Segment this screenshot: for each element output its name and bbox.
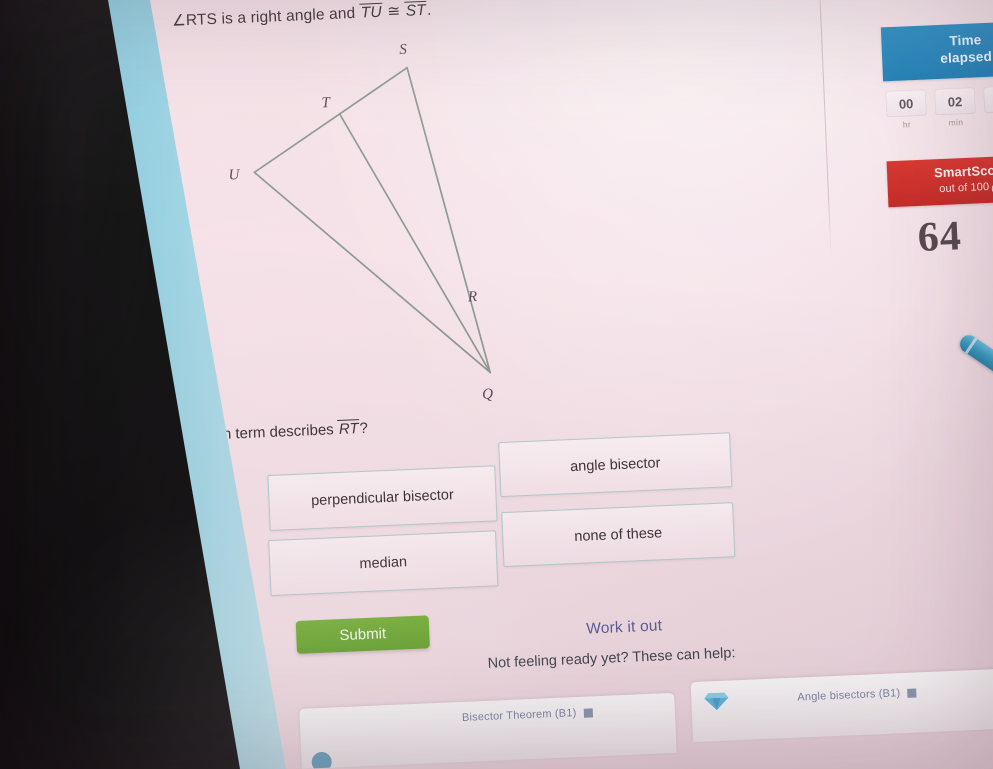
vertex-label-r: R — [467, 289, 478, 305]
congruent-symbol: ≅ — [386, 2, 401, 21]
help-card-angle-bisectors[interactable]: Angle bisectors (B1) — [690, 666, 993, 743]
answer-options: perpendicular bisector angle bisector me… — [178, 427, 804, 613]
help-card-label: Angle bisectors (B1) — [797, 687, 917, 704]
option-label: none of these — [573, 524, 663, 545]
vertex-label-t: T — [321, 95, 332, 111]
edge-sq — [406, 66, 492, 374]
sub-question-suffix: ? — [359, 419, 369, 438]
edge-us — [253, 66, 408, 174]
edge-qu — [253, 171, 492, 374]
elapsed-timer: 00 hr 02 min 29 sec — [885, 84, 993, 146]
not-ready-text: Not feeling ready yet? These can help: — [487, 645, 736, 672]
submit-button[interactable]: Submit — [295, 615, 430, 654]
page-divider — [818, 0, 832, 256]
time-elapsed-banner: Time elapsed — [880, 20, 993, 82]
smartscore-value: 64 — [916, 213, 963, 262]
segment-rt: RT — [337, 419, 360, 439]
question-statement-suffix: . — [426, 1, 432, 19]
screen-photo: ∠RTS is a right angle and TU ≅ ST. S T U… — [0, 0, 993, 769]
vertex-label-q: Q — [482, 386, 494, 402]
timer-hours-unit: hr — [902, 119, 912, 130]
timer-seconds-unit: sec — [985, 114, 993, 126]
timer-hours: 00 hr — [885, 89, 928, 146]
new-pill — [907, 688, 917, 698]
option-label: perpendicular bisector — [310, 487, 455, 510]
timer-minutes-unit: min — [948, 117, 964, 128]
gem-icon — [704, 692, 729, 711]
new-pill — [583, 707, 593, 718]
timer-minutes-value: 02 — [934, 87, 976, 116]
smartscore-banner: SmartScore out of 100i — [886, 154, 993, 208]
option-angle-bisector[interactable]: angle bisector — [498, 432, 733, 498]
question-number: 9 — [910, 0, 929, 2]
help-card-label: Bisector Theorem (B1) — [462, 706, 593, 724]
geometry-diagram: S T U R Q — [190, 18, 557, 433]
work-it-out-link[interactable]: Work it out — [586, 617, 663, 638]
timer-seconds-value: 29 — [983, 85, 993, 114]
timer-hours-value: 00 — [885, 89, 927, 118]
segment-tu: TU — [359, 2, 384, 22]
segment-st: ST — [404, 0, 428, 20]
vertex-label-u: U — [228, 167, 241, 183]
option-label: angle bisector — [569, 454, 661, 475]
help-card-left-icon — [311, 751, 333, 769]
vertex-label-s: S — [399, 42, 408, 58]
option-perpendicular-bisector[interactable]: perpendicular bisector — [267, 465, 498, 532]
option-none-of-these[interactable]: none of these — [501, 502, 736, 568]
submit-button-label: Submit — [339, 625, 387, 645]
timer-seconds: 29 sec — [983, 85, 993, 141]
edge-tq — [339, 113, 492, 374]
progress-rail: 9 Time elapsed 00 hr 02 min 29 — [878, 0, 993, 325]
option-label: median — [359, 554, 408, 573]
geometry-svg: S T U R Q — [228, 42, 494, 403]
help-cards: Bisector Theorem (B1) Angle bisectors (B… — [299, 662, 993, 769]
option-median[interactable]: median — [268, 530, 499, 597]
timer-minutes: 02 min — [934, 87, 976, 143]
help-card-bisector-theorem[interactable]: Bisector Theorem (B1) — [299, 692, 677, 769]
